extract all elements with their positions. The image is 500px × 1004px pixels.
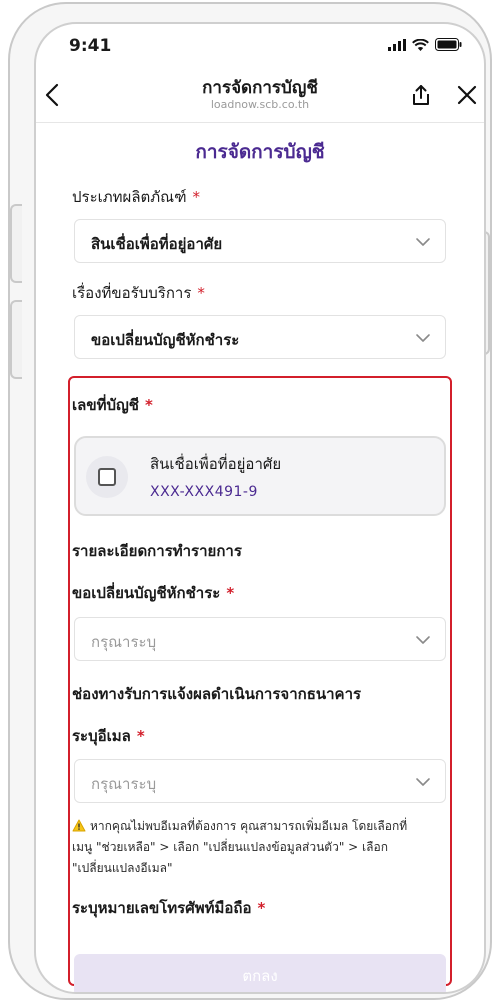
change-debit-account-placeholder: กรุณาระบุ	[91, 633, 157, 651]
required-marker: *	[192, 188, 201, 206]
battery-icon	[435, 38, 462, 51]
warning-icon	[72, 819, 86, 832]
account-name: สินเชื่อเพื่อที่อยู่อาศัย	[150, 455, 282, 473]
product-type-select[interactable]: สินเชื่อเพื่อที่อยู่อาศัย	[74, 219, 446, 263]
account-number-label-text: เลขที่บัญชี	[72, 396, 139, 414]
product-type-label: ประเภทผลิตภัณฑ์ *	[72, 185, 200, 209]
change-debit-account-select[interactable]: กรุณาระบุ	[74, 617, 446, 661]
close-icon[interactable]	[454, 82, 480, 108]
form-content: การจัดการบัญชี ประเภทผลิตภัณฑ์ * สินเชื่อ…	[36, 123, 484, 992]
account-card[interactable]: สินเชื่อเพื่อที่อยู่อาศัย XXX-XXX491-9	[74, 436, 446, 516]
status-icons	[388, 38, 462, 51]
email-select[interactable]: กรุณาระบุ	[74, 759, 446, 803]
email-warning-line-1: หากคุณไม่พบอีเมลที่ต้องการ คุณสามารถเพิ่…	[72, 816, 450, 837]
chevron-down-icon	[416, 334, 430, 342]
chevron-down-icon	[416, 238, 430, 246]
email-warning: หากคุณไม่พบอีเมลที่ต้องการ คุณสามารถเพิ่…	[72, 816, 450, 879]
account-number: XXX-XXX491-9	[150, 484, 258, 500]
change-debit-account-label: ขอเปลี่ยนบัญชีหักชำระ *	[72, 581, 234, 605]
required-marker: *	[136, 727, 145, 745]
phone-frame: 9:41 การจัดการบัญชี loadnow.scb.co.th กา…	[8, 2, 492, 1000]
phone-screen: 9:41 การจัดการบัญชี loadnow.scb.co.th กา…	[34, 22, 486, 994]
required-marker: *	[226, 584, 235, 602]
mobile-label-text: ระบุหมายเลขโทรศัพท์มือถือ	[72, 899, 252, 917]
chevron-down-icon	[416, 778, 430, 786]
transaction-details-heading: รายละเอียดการทำรายการ	[72, 542, 242, 560]
service-topic-select[interactable]: ขอเปลี่ยนบัญชีหักชำระ	[74, 315, 446, 359]
account-checkbox[interactable]	[98, 468, 116, 486]
email-label-text: ระบุอีเมล	[72, 727, 131, 745]
notification-channel-heading: ช่องทางรับการแจ้งผลดำเนินการจากธนาคาร	[72, 685, 362, 703]
product-type-value: สินเชื่อเพื่อที่อยู่อาศัย	[91, 235, 223, 253]
wifi-icon	[412, 38, 429, 51]
email-warning-text-1: หากคุณไม่พบอีเมลที่ต้องการ คุณสามารถเพิ่…	[90, 819, 408, 833]
product-type-label-text: ประเภทผลิตภัณฑ์	[72, 188, 187, 206]
mobile-label: ระบุหมายเลขโทรศัพท์มือถือ *	[72, 896, 265, 920]
page-title: การจัดการบัญชี	[195, 141, 325, 163]
email-warning-line-3: "เปลี่ยนแปลงอีเมล"	[72, 861, 173, 875]
email-label: ระบุอีเมล *	[72, 724, 145, 748]
account-number-label: เลขที่บัญชี *	[72, 393, 153, 417]
email-warning-line-2: เมนู "ช่วยเหลือ" > เลือก "เปลี่ยนแปลงข้อ…	[72, 840, 388, 854]
service-topic-value: ขอเปลี่ยนบัญชีหักชำระ	[91, 331, 240, 349]
required-marker: *	[257, 899, 266, 917]
required-marker: *	[197, 284, 205, 302]
volume-up-button	[10, 204, 22, 283]
chevron-down-icon	[416, 636, 430, 644]
change-debit-account-label-text: ขอเปลี่ยนบัญชีหักชำระ	[72, 584, 221, 602]
email-placeholder: กรุณาระบุ	[91, 775, 157, 793]
signal-icon	[388, 38, 406, 51]
share-icon[interactable]	[408, 82, 434, 108]
nav-bar: การจัดการบัญชี loadnow.scb.co.th	[36, 70, 484, 122]
volume-down-button	[10, 300, 22, 379]
service-topic-label-text: เรื่องที่ขอรับบริการ	[72, 284, 192, 302]
submit-button[interactable]: ตกลง	[74, 954, 446, 992]
status-bar: 9:41	[36, 24, 484, 68]
service-topic-label: เรื่องที่ขอรับบริการ *	[72, 281, 205, 305]
status-time: 9:41	[69, 36, 112, 56]
required-marker: *	[144, 396, 153, 414]
checkbox-wrap	[86, 456, 128, 498]
